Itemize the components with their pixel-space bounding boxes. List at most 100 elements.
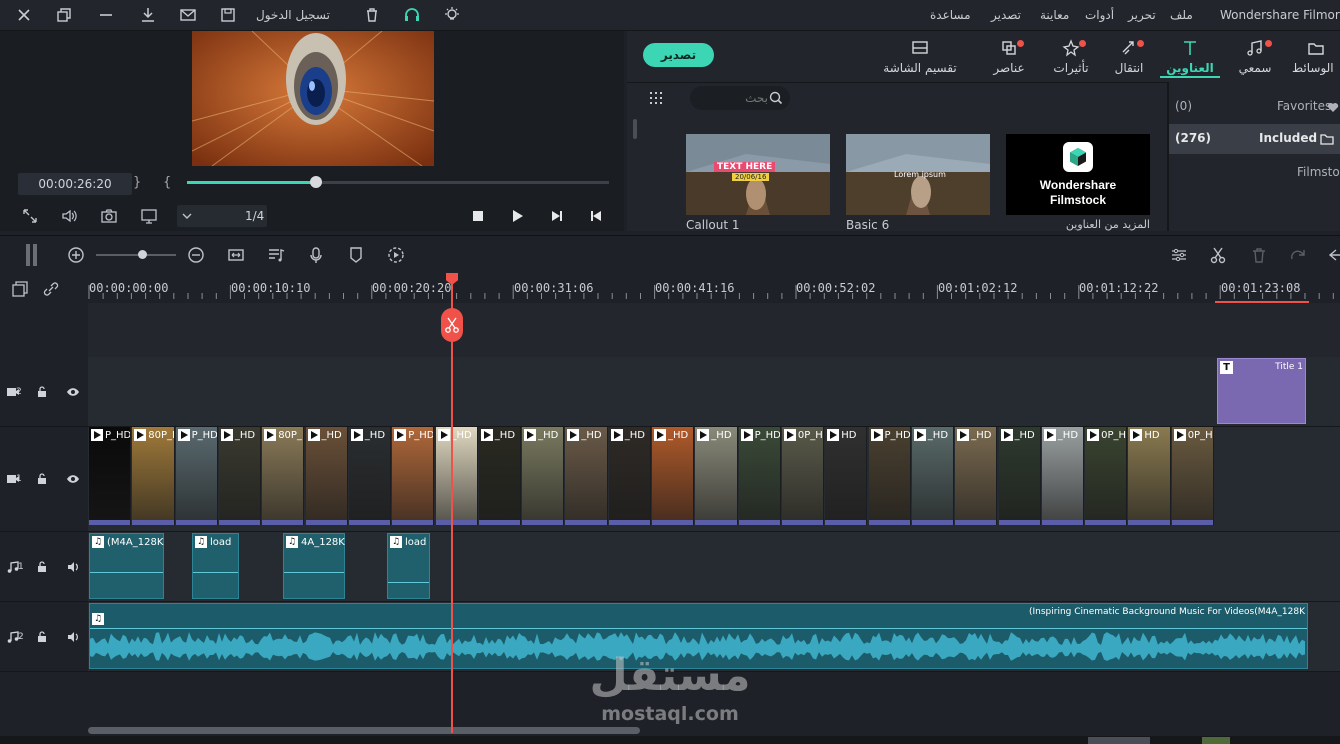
search-input[interactable]: [700, 89, 768, 107]
export-button[interactable]: تصدير: [643, 43, 714, 67]
video-clip[interactable]: HD: [1128, 427, 1171, 525]
display-icon[interactable]: [140, 207, 158, 225]
lock-icon[interactable]: [35, 385, 49, 399]
undo-icon[interactable]: [1326, 244, 1340, 266]
tab-titles[interactable]: العناوين: [1160, 36, 1220, 78]
delete-icon[interactable]: [1248, 244, 1270, 266]
menu-help[interactable]: مساعدة: [930, 8, 971, 22]
fullscreen-icon[interactable]: [21, 207, 39, 225]
category-favorites[interactable]: (0) Favorites: [1169, 96, 1340, 120]
video-clip[interactable]: P_HD: [89, 427, 132, 525]
video-clip[interactable]: _HD: [435, 427, 478, 525]
video-clip[interactable]: _HD: [608, 427, 651, 525]
play-icon[interactable]: [509, 208, 525, 224]
scissors-icon[interactable]: [1207, 244, 1229, 266]
audio-mixer-icon[interactable]: [265, 244, 287, 266]
zoom-out-icon[interactable]: [185, 244, 207, 266]
eye-icon[interactable]: [66, 472, 80, 486]
video-clip[interactable]: 0P_HD: [1171, 427, 1214, 525]
video-clip[interactable]: _HD: [522, 427, 565, 525]
video-clip[interactable]: 0P_HD: [781, 427, 825, 525]
grid-view-icon[interactable]: [649, 91, 663, 105]
bulb-icon[interactable]: [442, 5, 462, 25]
category-included[interactable]: (276) Included: [1169, 124, 1340, 154]
tab-media[interactable]: الوسائط: [1292, 36, 1340, 76]
track-video-2[interactable]: T Title 1: [88, 357, 1340, 427]
panel-handle[interactable]: [33, 244, 37, 266]
video-clip[interactable]: _HD: [695, 427, 738, 525]
menu-tools[interactable]: أدوات: [1085, 8, 1114, 22]
zoom-select[interactable]: 1/4: [177, 205, 267, 227]
audio-clip[interactable]: ♫ 4A_128K: [283, 533, 345, 599]
video-clip[interactable]: _HD: [565, 427, 608, 525]
video-clip[interactable]: P_HD: [392, 427, 435, 525]
playback-progress[interactable]: [187, 176, 609, 188]
zoom-in-icon[interactable]: [65, 244, 87, 266]
video-clip[interactable]: HD: [825, 427, 868, 525]
video-clip[interactable]: _HD: [1041, 427, 1085, 525]
menu-edit[interactable]: تحرير: [1128, 8, 1156, 22]
mark-in-button[interactable]: {: [163, 175, 171, 190]
video-clip[interactable]: P_HD: [738, 427, 781, 525]
video-clip[interactable]: _HD: [998, 427, 1041, 525]
headset-icon[interactable]: [402, 5, 422, 25]
marker-icon[interactable]: [345, 244, 367, 266]
playhead-split-button[interactable]: [441, 308, 463, 342]
video-clip[interactable]: _HD: [955, 427, 998, 525]
video-clip[interactable]: 80P_HD: [132, 427, 175, 525]
search-box[interactable]: [690, 86, 790, 110]
video-clip[interactable]: P_HD: [175, 427, 218, 525]
scrollbar[interactable]: [633, 119, 637, 139]
video-clip[interactable]: _HD: [218, 427, 262, 525]
menu-preview[interactable]: معاينة: [1040, 8, 1069, 22]
speaker-icon[interactable]: [66, 630, 80, 644]
filmstock-thumb[interactable]: Wondershare Filmstock: [1006, 134, 1150, 215]
timeline-ruler[interactable]: 00:00:00:00 00:00:10:10 00:00:20:20 00:0…: [0, 273, 1340, 303]
video-clip[interactable]: 0P_HD: [1085, 427, 1128, 525]
title-thumb-basic[interactable]: Lorem ipsum: [846, 134, 990, 215]
redo-icon[interactable]: [1287, 244, 1309, 266]
audio-clip[interactable]: ♫ load: [387, 533, 430, 599]
render-icon[interactable]: [385, 244, 407, 266]
eye-icon[interactable]: [66, 385, 80, 399]
next-frame-icon[interactable]: [549, 208, 565, 224]
title-thumb-callout[interactable]: TEXT HERE 20/06/16: [686, 134, 830, 215]
playhead-line[interactable]: [451, 283, 453, 733]
video-clip[interactable]: _HD: [348, 427, 392, 525]
video-clip[interactable]: _HD: [305, 427, 348, 525]
download-icon[interactable]: [138, 5, 158, 25]
mail-icon[interactable]: [178, 5, 198, 25]
login-link[interactable]: تسجيل الدخول: [256, 8, 330, 22]
lock-icon[interactable]: [35, 560, 49, 574]
lock-icon[interactable]: [35, 472, 49, 486]
video-clip[interactable]: _HD: [652, 427, 695, 525]
stop-icon[interactable]: [470, 208, 486, 224]
tab-transitions[interactable]: انتقال: [1099, 36, 1159, 76]
tab-audio[interactable]: سمعي: [1225, 36, 1285, 76]
zoom-slider[interactable]: [96, 250, 176, 259]
adjust-icon[interactable]: [1168, 244, 1190, 266]
snapshot-icon[interactable]: [100, 207, 118, 225]
video-clip[interactable]: _HD: [911, 427, 955, 525]
menu-file[interactable]: ملف: [1170, 8, 1193, 22]
fit-timeline-icon[interactable]: [225, 244, 247, 266]
close-icon[interactable]: [14, 5, 34, 25]
tab-elements[interactable]: عناصر: [979, 36, 1039, 76]
track-video-1[interactable]: P_HD 80P_HD P_HD _HD 80P_HD _HD _HD P_HD _HD _HD _…: [88, 427, 1340, 532]
tab-effects[interactable]: تأثيرات: [1041, 36, 1101, 76]
title-clip[interactable]: T Title 1: [1217, 358, 1306, 424]
volume-icon[interactable]: [60, 207, 78, 225]
audio-clip[interactable]: ♫ load: [192, 533, 239, 599]
timeline-scrollbar[interactable]: [88, 727, 640, 734]
prev-frame-icon[interactable]: [588, 208, 604, 224]
restore-icon[interactable]: [54, 5, 74, 25]
video-clip[interactable]: _HD: [478, 427, 522, 525]
speaker-icon[interactable]: [66, 560, 80, 574]
category-filmstock[interactable]: Filmstock: [1169, 162, 1340, 186]
link-icon[interactable]: [42, 280, 60, 298]
microphone-icon[interactable]: [305, 244, 327, 266]
audio-clip[interactable]: ♫ (M4A_128K: [89, 533, 164, 599]
save-icon[interactable]: [218, 5, 238, 25]
trash-icon[interactable]: [362, 5, 382, 25]
zoom-slider-knob[interactable]: [138, 250, 147, 259]
